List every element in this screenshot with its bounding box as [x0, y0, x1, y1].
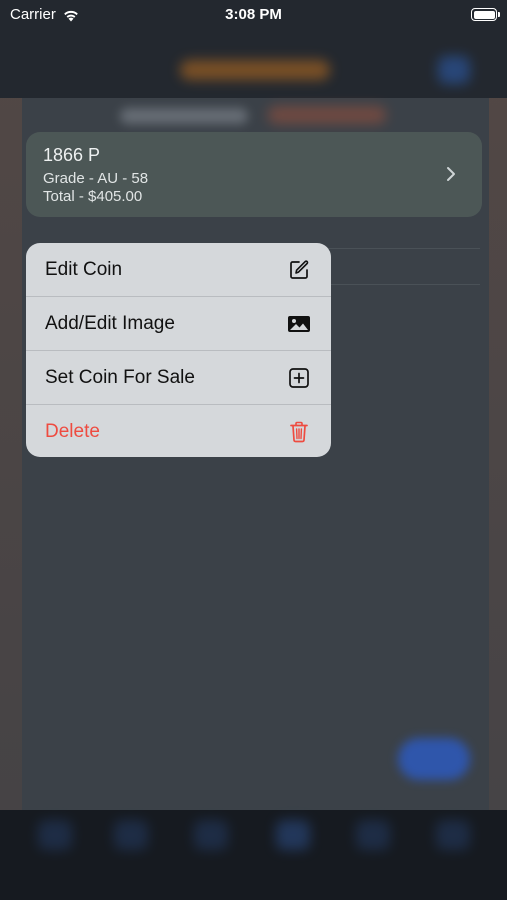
blurred-tab-icon: [356, 820, 390, 850]
status-time: 3:08 PM: [225, 6, 282, 23]
blurred-tab-icon: [38, 820, 72, 850]
chevron-right-icon: [447, 167, 455, 181]
context-menu: Edit Coin Add/Edit Image Set Coin For Sa…: [26, 243, 331, 457]
menu-item-set-coin-for-sale[interactable]: Set Coin For Sale: [26, 351, 331, 404]
blurred-tab-icon: [436, 820, 470, 850]
image-icon: [287, 312, 311, 336]
coin-total: Total - $405.00: [43, 188, 143, 205]
blurred-left-edge: [0, 98, 22, 810]
coin-grade: Grade - AU - 58: [43, 170, 149, 187]
blurred-segment-control-right: [268, 106, 386, 124]
status-bar: Carrier 3:08 PM: [0, 0, 507, 30]
coin-card[interactable]: 1866 P Grade - AU - 58 Total - $405.00: [26, 132, 482, 217]
blurred-nav-button: [438, 56, 470, 84]
menu-item-delete[interactable]: Delete: [26, 405, 331, 457]
blurred-floating-button: [398, 738, 470, 780]
menu-item-edit-coin[interactable]: Edit Coin: [26, 243, 331, 296]
menu-item-label: Set Coin For Sale: [45, 366, 195, 388]
blurred-tab-bar: [0, 810, 507, 900]
blurred-right-edge: [489, 98, 507, 810]
blurred-tab-icon: [276, 820, 310, 850]
menu-item-label: Edit Coin: [45, 258, 123, 280]
plus-square-icon: [287, 366, 311, 390]
coin-title: 1866 P: [43, 145, 101, 165]
battery-icon: [471, 8, 500, 21]
blurred-segment-control-left: [120, 108, 248, 124]
menu-item-label: Delete: [45, 420, 100, 442]
edit-icon: [287, 258, 311, 282]
blurred-tab-icon: [114, 820, 148, 850]
menu-item-add-edit-image[interactable]: Add/Edit Image: [26, 297, 331, 350]
menu-item-label: Add/Edit Image: [45, 312, 175, 334]
blurred-nav-title: [180, 60, 330, 80]
trash-icon: [287, 420, 311, 444]
blurred-tab-icon: [194, 820, 228, 850]
